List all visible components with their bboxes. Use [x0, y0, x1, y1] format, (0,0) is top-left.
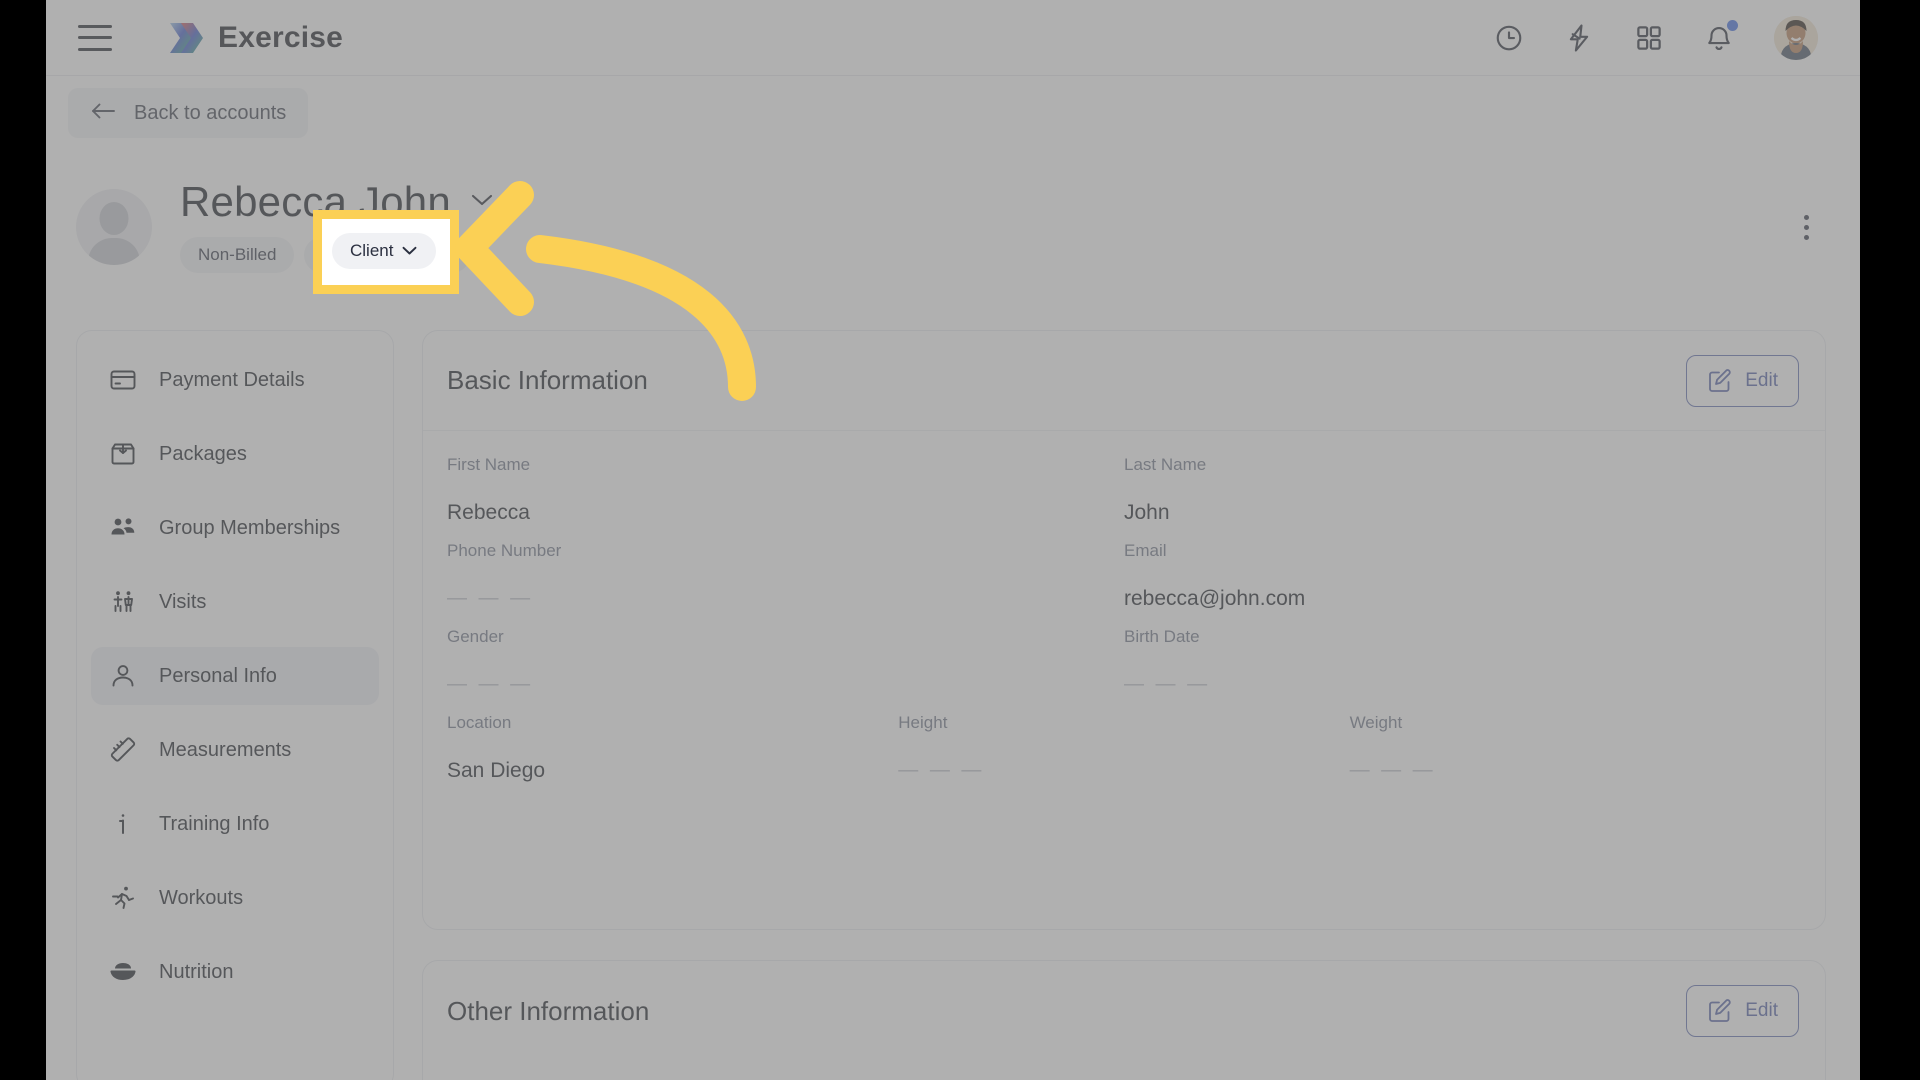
field-row: Phone Number — — — Email rebecca@john.co…: [447, 541, 1801, 613]
field-first-name: First Name Rebecca: [447, 455, 1124, 527]
field-label: Birth Date: [1124, 627, 1200, 646]
bell-icon[interactable]: [1704, 19, 1738, 53]
field-value: San Diego: [447, 759, 546, 782]
highlighted-client-badge[interactable]: Client: [332, 233, 437, 269]
field-last-name: Last Name John: [1124, 455, 1801, 527]
field-value: rebecca@john.com: [1124, 587, 1306, 610]
field-email: Email rebecca@john.com: [1124, 541, 1801, 613]
field-weight: Weight — — —: [1350, 713, 1801, 785]
field-label: Last Name: [1124, 455, 1207, 474]
notification-badge-dot: [1727, 19, 1738, 31]
status-badge[interactable]: Non-Billed: [180, 237, 295, 273]
field-gender: Gender — — —: [447, 627, 1124, 699]
sidebar-item-visits[interactable]: Visits: [91, 573, 379, 631]
field-label: Gender: [447, 627, 504, 646]
ruler-icon: [109, 736, 137, 764]
brand[interactable]: Exercise: [168, 20, 343, 56]
profile-section-sidebar: Payment Details Packages Group Membershi…: [76, 330, 394, 1080]
other-information-card: Other Information Edit: [422, 960, 1826, 1080]
sidebar-item-label: Measurements: [159, 738, 292, 761]
edit-pencil-icon: [1707, 998, 1733, 1024]
two-people-icon: [109, 588, 137, 616]
person-icon: [109, 662, 137, 690]
sidebar-item-label: Group Memberships: [159, 516, 341, 539]
back-to-accounts-button[interactable]: Back to accounts: [68, 88, 309, 138]
lightning-bolt-icon[interactable]: [1564, 23, 1594, 53]
field-value: Rebecca: [447, 501, 530, 524]
field-row: First Name Rebecca Last Name John: [447, 455, 1801, 527]
field-phone-number: Phone Number — — —: [447, 541, 1124, 613]
field-value: John: [1124, 501, 1170, 524]
edit-basic-information-button[interactable]: Edit: [1686, 354, 1799, 407]
sidebar-item-payment-details[interactable]: Payment Details: [91, 351, 379, 409]
info-icon: [109, 810, 137, 838]
edit-pencil-icon: [1707, 368, 1733, 394]
screenshot-stage: Exercise Back to accounts Rebecca John N…: [0, 0, 1920, 1080]
field-label: Phone Number: [447, 541, 562, 560]
sidebar-item-measurements[interactable]: Measurements: [91, 721, 379, 779]
credit-card-icon: [109, 366, 137, 394]
card-title: Other Information: [447, 995, 650, 1026]
sidebar-item-label: Personal Info: [159, 664, 277, 687]
field-label: First Name: [447, 455, 531, 474]
app-viewport: Exercise Back to accounts Rebecca John N…: [46, 0, 1860, 1080]
field-value: — — —: [898, 759, 985, 781]
clock-icon[interactable]: [1494, 23, 1524, 53]
field-value: — — —: [447, 587, 534, 609]
field-label: Weight: [1349, 713, 1403, 732]
sidebar-item-label: Payment Details: [159, 368, 305, 391]
chevron-down-icon[interactable]: [469, 192, 495, 213]
basic-information-fields: First Name Rebecca Last Name John Phone …: [423, 431, 1825, 785]
field-row: Gender — — — Birth Date — — —: [447, 627, 1801, 699]
sidebar-item-group-memberships[interactable]: Group Memberships: [91, 499, 379, 557]
hamburger-menu-icon[interactable]: [78, 24, 112, 51]
exercise-chevron-logo-icon: [168, 20, 204, 56]
more-vertical-icon[interactable]: [1786, 207, 1826, 247]
topbar-actions: [1494, 15, 1818, 60]
arrow-left-icon: [90, 100, 116, 127]
sidebar-item-label: Workouts: [159, 886, 244, 909]
field-birth-date: Birth Date — — —: [1124, 627, 1801, 699]
sidebar-item-packages[interactable]: Packages: [91, 425, 379, 483]
avatar[interactable]: [1774, 15, 1818, 60]
field-row: Location San Diego Height — — — Weight —…: [447, 713, 1801, 785]
field-value: — — —: [1349, 759, 1436, 781]
food-bowl-icon: [109, 958, 137, 986]
package-box-icon: [109, 440, 137, 468]
grid-apps-icon[interactable]: [1634, 23, 1664, 53]
field-value: — — —: [1124, 673, 1211, 695]
sidebar-item-nutrition[interactable]: Nutrition: [91, 943, 379, 1001]
brand-name: Exercise: [218, 20, 344, 54]
sidebar-item-label: Packages: [159, 442, 247, 465]
field-location: Location San Diego: [447, 713, 898, 785]
field-label: Height: [898, 713, 948, 732]
back-to-accounts-label: Back to accounts: [134, 101, 287, 124]
top-navigation-bar: Exercise: [46, 0, 1860, 76]
sidebar-item-label: Nutrition: [159, 960, 234, 983]
basic-information-card: Basic Information Edit First Name Rebecc…: [422, 330, 1826, 930]
other-information-header: Other Information Edit: [423, 961, 1825, 1061]
field-height: Height — — —: [898, 713, 1349, 785]
field-label: Location: [447, 713, 512, 732]
sidebar-item-personal-info[interactable]: Personal Info: [91, 647, 379, 705]
field-label: Email: [1124, 541, 1167, 560]
sidebar-item-training-info[interactable]: Training Info: [91, 795, 379, 853]
chevron-down-icon: [401, 241, 418, 261]
card-title: Basic Information: [447, 365, 648, 395]
person-placeholder-icon: [76, 189, 152, 265]
sidebar-item-label: Training Info: [159, 812, 270, 835]
badge-label: Client: [350, 241, 394, 260]
sidebar-item-workouts[interactable]: Workouts: [91, 869, 379, 927]
field-value: — — —: [447, 673, 534, 695]
running-person-icon: [109, 884, 137, 912]
edit-button-label: Edit: [1745, 369, 1778, 391]
edit-other-information-button[interactable]: Edit: [1686, 985, 1799, 1037]
people-group-icon: [109, 514, 137, 542]
edit-button-label: Edit: [1745, 1000, 1778, 1021]
basic-information-header: Basic Information Edit: [423, 331, 1825, 431]
badge-label: Non-Billed: [198, 245, 277, 264]
sidebar-item-label: Visits: [159, 590, 207, 613]
